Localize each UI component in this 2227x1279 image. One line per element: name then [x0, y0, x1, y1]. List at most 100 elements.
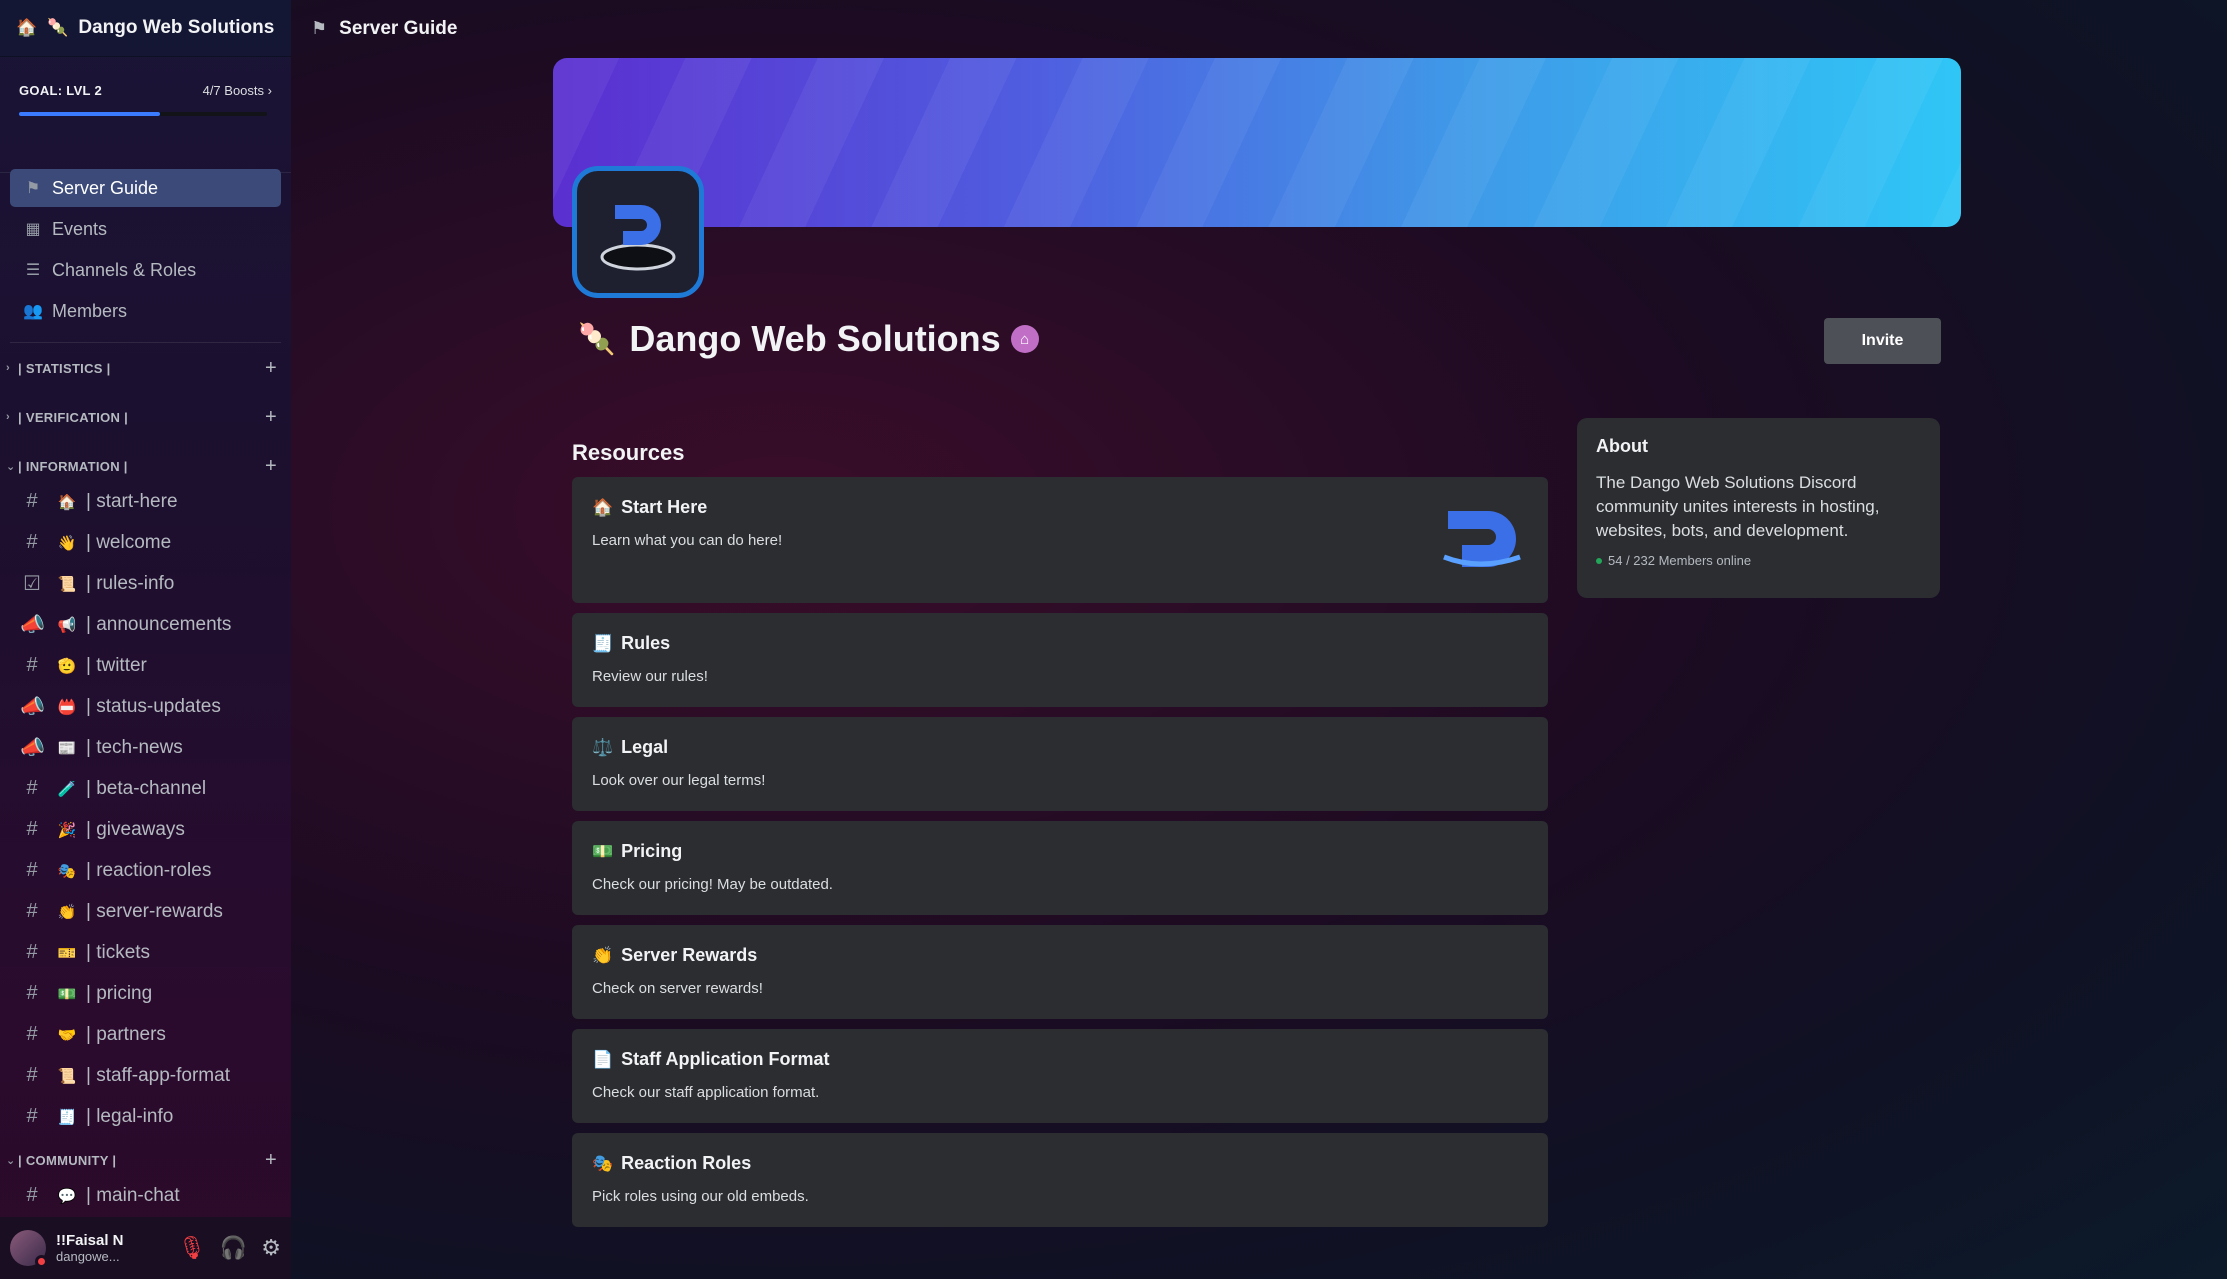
- resource-card[interactable]: 💵 Pricing Check our pricing! May be outdat…: [572, 821, 1548, 915]
- channel-item[interactable]: # 🎫 | tickets: [0, 932, 291, 973]
- sidebar: 🏠 🍡 Dango Web Solutions GOAL: LVL 2 4/7 …: [0, 0, 291, 1279]
- page-title: Server Guide: [339, 17, 458, 39]
- hashtag-icon: #: [26, 941, 38, 963]
- channel-item[interactable]: ☑ 📜 | rules-info: [0, 563, 291, 604]
- boost-goal[interactable]: GOAL: LVL 2 4/7 Boosts ›: [0, 57, 291, 173]
- resource-emoji-icon: 📄: [592, 1049, 614, 1069]
- mic-muted-icon[interactable]: 🎙: [178, 1235, 206, 1261]
- resource-title: 🎭 Reaction Roles: [592, 1153, 1528, 1174]
- resource-card[interactable]: ⚖️ Legal Look over our legal terms!: [572, 717, 1548, 811]
- add-channel-icon[interactable]: +: [265, 357, 277, 380]
- avatar[interactable]: [10, 1230, 48, 1268]
- resource-description: Check on server rewards!: [592, 980, 763, 997]
- boost-goal-label: GOAL: LVL 2: [19, 83, 102, 98]
- channel-item[interactable]: 📣 📰 | tech-news: [0, 727, 291, 768]
- channel-emoji-icon: 👏: [57, 903, 77, 921]
- channel-item[interactable]: # 🫡 | twitter: [0, 645, 291, 686]
- invite-button[interactable]: Invite: [1824, 318, 1941, 364]
- channel-item[interactable]: # 👏 | server-rewards: [0, 891, 291, 932]
- resource-title-text: Legal: [621, 737, 669, 757]
- channel-emoji-icon: 📜: [57, 575, 77, 593]
- channel-item[interactable]: # 🎭 | reaction-roles: [0, 850, 291, 891]
- chevron-right-icon: ›: [6, 362, 10, 374]
- resource-description: Check our pricing! May be outdated.: [592, 876, 833, 893]
- calendar-icon: ▦: [25, 221, 41, 238]
- channel-item[interactable]: # 🎉 | giveaways: [0, 809, 291, 850]
- chevron-right-icon: ›: [6, 411, 10, 423]
- resource-title: ⚖️ Legal: [592, 737, 1528, 758]
- channel-name: | tech-news: [86, 736, 183, 758]
- channel-item[interactable]: # 💵 | pricing: [0, 973, 291, 1014]
- user-info[interactable]: !!Faisal N dangowe...: [56, 1232, 178, 1264]
- resource-title-text: Rules: [621, 633, 671, 653]
- about-card: About The Dango Web Solutions Discord co…: [1577, 418, 1940, 598]
- resource-card[interactable]: 👏 Server Rewards Check on server rewards!: [572, 925, 1548, 1019]
- channel-name: | staff-app-format: [86, 1064, 230, 1086]
- channel-item[interactable]: 📣 📛 | status-updates: [0, 686, 291, 727]
- home-badge-icon: 🏠: [16, 18, 38, 37]
- category-verification[interactable]: › | VERIFICATION | +: [0, 402, 291, 432]
- server-banner: [553, 58, 1961, 227]
- channel-item[interactable]: # 🤝 | partners: [0, 1014, 291, 1055]
- channel-list: # 🏠 | start-here # 👋 | welcome ☑ 📜 | rules-info 📣…: [0, 481, 291, 1137]
- resource-emoji-icon: ⚖️: [592, 737, 614, 757]
- headphones-icon[interactable]: 🎧: [220, 1235, 247, 1261]
- channel-item[interactable]: # 🧪 | beta-channel: [0, 768, 291, 809]
- nav-server-guide[interactable]: ⚑ Server Guide: [10, 169, 281, 207]
- resource-description: Learn what you can do here!: [592, 532, 783, 549]
- gear-icon[interactable]: ⚙: [261, 1235, 281, 1261]
- category-statistics[interactable]: › | STATISTICS | +: [0, 353, 291, 383]
- resource-description: Review our rules!: [592, 668, 708, 685]
- channel-item[interactable]: # 📜 | staff-app-format: [0, 1055, 291, 1096]
- hashtag-icon: #: [26, 982, 38, 1004]
- channel-emoji-icon: 🎉: [57, 821, 77, 839]
- resource-title-text: Start Here: [621, 497, 708, 517]
- hashtag-icon: #: [26, 1184, 38, 1206]
- resources-list: 🏠 Start Here Learn what you can do here! 🧾 R…: [572, 477, 1548, 1237]
- channel-name: | welcome: [86, 531, 172, 553]
- online-count: 54 / 232 Members online: [1596, 553, 1921, 568]
- hashtag-icon: #: [26, 859, 38, 881]
- resource-card[interactable]: 📄 Staff Application Format Check our staff…: [572, 1029, 1548, 1123]
- resource-card[interactable]: 🏠 Start Here Learn what you can do here!: [572, 477, 1548, 603]
- announcement-icon: 📣: [20, 696, 45, 718]
- signpost-icon: ⚑: [25, 180, 41, 197]
- category-community[interactable]: ⌄ | COMMUNITY | +: [0, 1145, 291, 1175]
- topbar: ⚑ Server Guide: [291, 0, 2227, 57]
- channel-name: | reaction-roles: [86, 859, 212, 881]
- channel-emoji-icon: 📰: [57, 739, 77, 757]
- guide-nav: ⚑ Server Guide ▦ Events ☰ Channels & Rol…: [0, 169, 291, 330]
- channel-item[interactable]: # 👋 | welcome: [0, 522, 291, 563]
- nav-channels-roles[interactable]: ☰ Channels & Roles: [10, 251, 281, 289]
- resource-title: 💵 Pricing: [592, 841, 1528, 862]
- channel-name: | server-rewards: [86, 900, 223, 922]
- resource-title-text: Pricing: [621, 841, 683, 861]
- channel-item[interactable]: # 💬 | main-chat: [0, 1175, 291, 1216]
- community-badge-icon: ⌂: [1010, 325, 1039, 353]
- channel-item[interactable]: # 🏠 | start-here: [0, 481, 291, 522]
- nav-members[interactable]: 👥 Members: [10, 292, 281, 330]
- dango-logo-icon: [1440, 507, 1530, 576]
- announcement-icon: 📣: [20, 614, 45, 636]
- server-name: Dango Web Solutions: [78, 17, 275, 38]
- channel-emoji-icon: 💵: [57, 985, 77, 1003]
- channel-name: | beta-channel: [86, 777, 207, 799]
- channel-name: | pricing: [86, 982, 153, 1004]
- channel-item[interactable]: 📣 📢 | announcements: [0, 604, 291, 645]
- add-channel-icon[interactable]: +: [265, 455, 277, 478]
- resource-card[interactable]: 🧾 Rules Review our rules!: [572, 613, 1548, 707]
- hashtag-icon: #: [26, 818, 38, 840]
- add-channel-icon[interactable]: +: [265, 406, 277, 429]
- hashtag-icon: #: [26, 531, 38, 553]
- user-panel: !!Faisal N dangowe... 🎙 🎧 ⚙: [0, 1217, 291, 1279]
- channel-emoji-icon: 🤝: [57, 1026, 77, 1044]
- resource-card[interactable]: 🎭 Reaction Roles Pick roles using our old …: [572, 1133, 1548, 1227]
- resource-emoji-icon: 👏: [592, 945, 614, 965]
- category-information[interactable]: ⌄ | INFORMATION | +: [0, 451, 291, 481]
- dango-icon: 🍡: [578, 322, 616, 356]
- channel-emoji-icon: 🧪: [57, 780, 77, 798]
- server-header[interactable]: 🏠 🍡 Dango Web Solutions: [0, 0, 291, 57]
- nav-events[interactable]: ▦ Events: [10, 210, 281, 248]
- channel-item[interactable]: # 🧾 | legal-info: [0, 1096, 291, 1137]
- add-channel-icon[interactable]: +: [265, 1149, 277, 1172]
